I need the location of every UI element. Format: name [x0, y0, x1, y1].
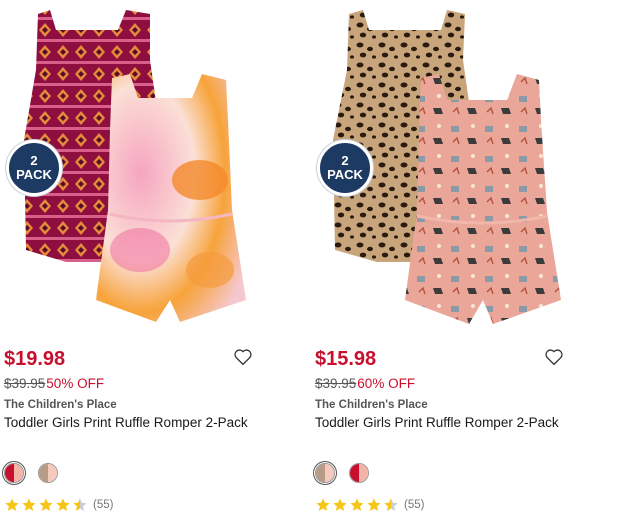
star-icon [56, 498, 70, 511]
star-icon [333, 498, 347, 511]
two-pack-badge: 2 PACK [6, 140, 62, 196]
star-icon [367, 498, 381, 511]
color-swatch[interactable] [349, 463, 369, 483]
product-title[interactable]: Toddler Girls Print Ruffle Romper 2-Pack [315, 415, 559, 430]
product-card[interactable]: 2 PACK $15.98 $39.9560% OFF The Children… [311, 0, 611, 518]
star-half-icon [384, 498, 398, 511]
discount-label: 60% OFF [357, 376, 416, 391]
sale-price: $15.98 [315, 348, 377, 370]
review-count: (55) [404, 499, 425, 511]
badge-count: 2 [341, 153, 349, 168]
product-card[interactable]: 2 PACK $19.98 $39.9550% OFF The Children… [0, 0, 300, 518]
price-details: $39.9550% OFF [4, 376, 104, 391]
star-rating[interactable]: (55) [4, 497, 113, 513]
star-rating[interactable]: (55) [315, 497, 424, 513]
badge-label: PACK [16, 167, 52, 182]
original-price: $39.95 [4, 376, 46, 391]
badge-label: PACK [327, 167, 363, 182]
product-image[interactable]: 2 PACK [311, 0, 611, 335]
star-icon [5, 498, 19, 511]
color-swatch[interactable] [38, 463, 58, 483]
star-icon [350, 498, 364, 511]
product-title[interactable]: Toddler Girls Print Ruffle Romper 2-Pack [4, 415, 248, 430]
product-image[interactable]: 2 PACK [0, 0, 300, 335]
sale-price: $19.98 [4, 348, 66, 370]
brand-name: The Children's Place [315, 399, 428, 411]
heart-icon[interactable] [233, 348, 253, 366]
color-swatches [4, 463, 58, 483]
color-swatch[interactable] [315, 463, 335, 483]
star-half-icon [73, 498, 87, 511]
star-icon [39, 498, 53, 511]
color-swatches [315, 463, 369, 483]
color-swatch[interactable] [4, 463, 24, 483]
original-price: $39.95 [315, 376, 357, 391]
star-icon [316, 498, 330, 511]
brand-name: The Children's Place [4, 399, 117, 411]
two-pack-badge: 2 PACK [317, 140, 373, 196]
discount-label: 50% OFF [46, 376, 105, 391]
review-count: (55) [93, 499, 114, 511]
heart-icon[interactable] [544, 348, 564, 366]
badge-count: 2 [30, 153, 38, 168]
star-icon [22, 498, 36, 511]
price-details: $39.9560% OFF [315, 376, 415, 391]
